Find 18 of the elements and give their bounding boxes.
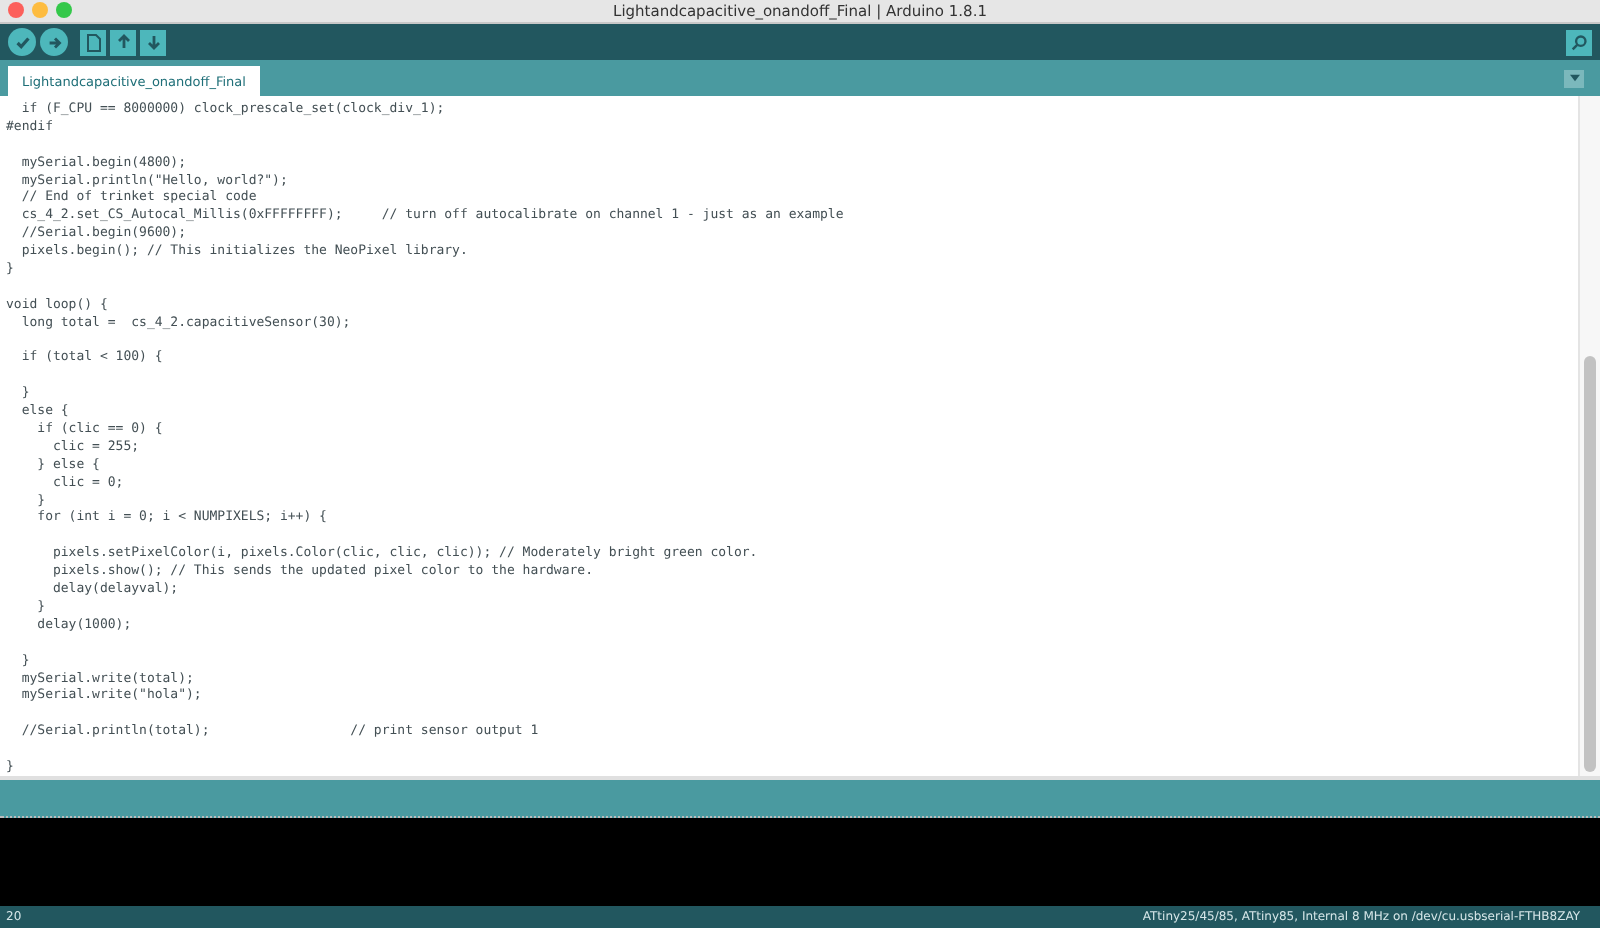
open-button[interactable] [110,29,136,55]
close-icon[interactable] [8,2,24,18]
verify-button[interactable] [8,28,36,56]
upload-button[interactable] [40,28,68,56]
save-button[interactable] [140,29,166,55]
new-button[interactable] [80,29,106,55]
scrollbar-thumb[interactable] [1584,356,1596,772]
document-icon [85,33,101,51]
right-arrow-icon [45,33,63,51]
up-arrow-icon [115,34,131,50]
search-icon [1570,33,1588,51]
tab-menu-button[interactable] [1564,69,1584,87]
serial-monitor-button[interactable] [1566,29,1592,55]
zoom-icon[interactable] [56,2,72,18]
down-arrow-icon [145,34,161,50]
caret-icon [1569,74,1579,82]
scrollbar[interactable] [1578,96,1600,776]
checkmark-icon [13,33,31,51]
